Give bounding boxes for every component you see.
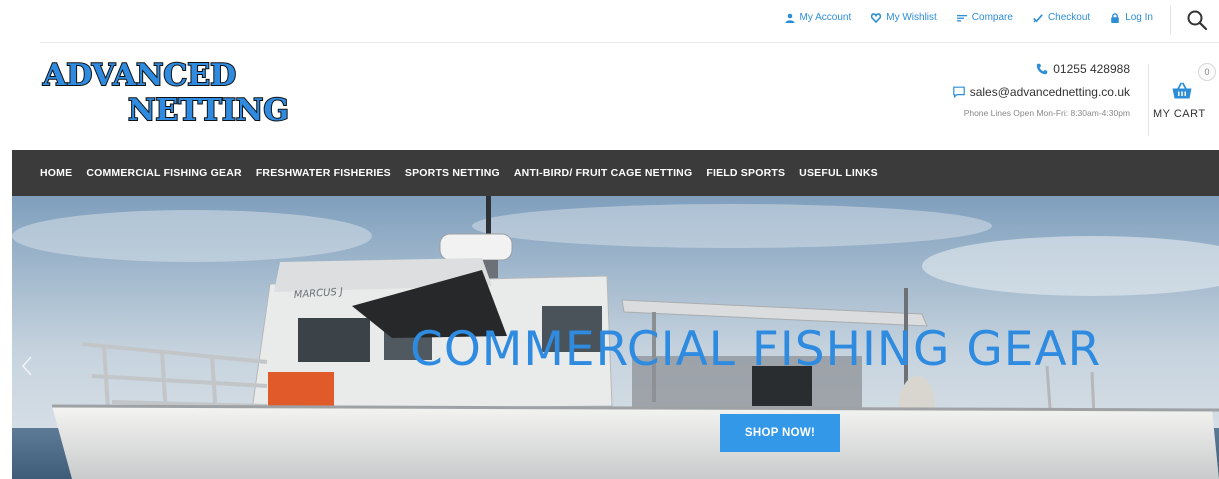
main-navigation: HOME COMMERCIAL FISHING GEAR FRESHWATER … xyxy=(12,150,1219,196)
cart-button[interactable]: 0 MY CART xyxy=(1153,60,1219,130)
chat-icon xyxy=(952,86,965,98)
compare-icon xyxy=(956,14,967,21)
cart-count-badge: 0 xyxy=(1198,63,1216,81)
my-account-label: My Account xyxy=(799,12,852,23)
nav-item-freshwater-fisheries[interactable]: FRESHWATER FISHERIES xyxy=(256,167,391,179)
log-in-label: Log In xyxy=(1125,12,1153,23)
phone-hours: Phone Lines Open Mon-Fri: 8:30am-4:30pm xyxy=(963,108,1130,118)
nav-item-anti-bird-fruit-cage-netting[interactable]: ANTI-BIRD/ FRUIT CAGE NETTING xyxy=(514,167,692,179)
nav-item-commercial-fishing-gear[interactable]: COMMERCIAL FISHING GEAR xyxy=(86,167,242,179)
email-line[interactable]: sales@advancednetting.co.uk xyxy=(952,85,1130,99)
nav-item-useful-links[interactable]: USEFUL LINKS xyxy=(799,167,878,179)
header-divider xyxy=(40,42,1219,43)
cart-divider xyxy=(1148,64,1149,136)
contact-info: 01255 428988 sales@advancednetting.co.uk… xyxy=(952,62,1130,118)
nav-items: HOME COMMERCIAL FISHING GEAR FRESHWATER … xyxy=(40,150,878,196)
logo-line-2: NETTING xyxy=(128,93,289,124)
my-wishlist-label: My Wishlist xyxy=(886,12,937,23)
nav-item-field-sports[interactable]: FIELD SPORTS xyxy=(706,167,785,179)
top-utility-bar: My Account My Wishlist Compare Checkout … xyxy=(0,0,1219,42)
email-address: sales@advancednetting.co.uk xyxy=(969,85,1130,99)
site-logo[interactable]: ADVANCED NETTING xyxy=(40,56,330,124)
search-icon[interactable] xyxy=(1186,9,1208,31)
basket-icon xyxy=(1172,82,1192,99)
slider-prev-arrow-icon[interactable] xyxy=(20,354,34,378)
nav-item-home[interactable]: HOME xyxy=(40,167,72,179)
hero-title: COMMERCIAL FISHING GEAR xyxy=(410,322,1102,377)
logo-line-1: ADVANCED xyxy=(42,58,236,93)
checkout-link[interactable]: Checkout xyxy=(1033,12,1090,23)
hero-slider: MARCUS J COMMERCIAL FISHING GEAR SHOP NO… xyxy=(12,196,1219,479)
phone-icon xyxy=(1037,63,1048,75)
account-links: My Account My Wishlist Compare Checkout … xyxy=(785,12,1153,23)
compare-label: Compare xyxy=(971,12,1013,23)
user-icon xyxy=(785,13,795,23)
phone-number: 01255 428988 xyxy=(1053,62,1130,76)
log-in-link[interactable]: Log In xyxy=(1110,12,1153,23)
my-wishlist-link[interactable]: My Wishlist xyxy=(871,12,937,23)
checkout-label: Checkout xyxy=(1047,12,1091,23)
topbar-divider xyxy=(1170,6,1171,34)
heart-icon xyxy=(871,12,882,23)
shop-now-button[interactable]: SHOP NOW! xyxy=(720,414,840,452)
check-icon xyxy=(1033,13,1043,22)
nav-item-sports-netting[interactable]: SPORTS NETTING xyxy=(405,167,500,179)
cart-label: MY CART xyxy=(1153,108,1206,120)
phone-line[interactable]: 01255 428988 xyxy=(953,62,1130,76)
compare-link[interactable]: Compare xyxy=(956,12,1013,23)
my-account-link[interactable]: My Account xyxy=(785,12,852,23)
lock-icon xyxy=(1111,12,1119,23)
